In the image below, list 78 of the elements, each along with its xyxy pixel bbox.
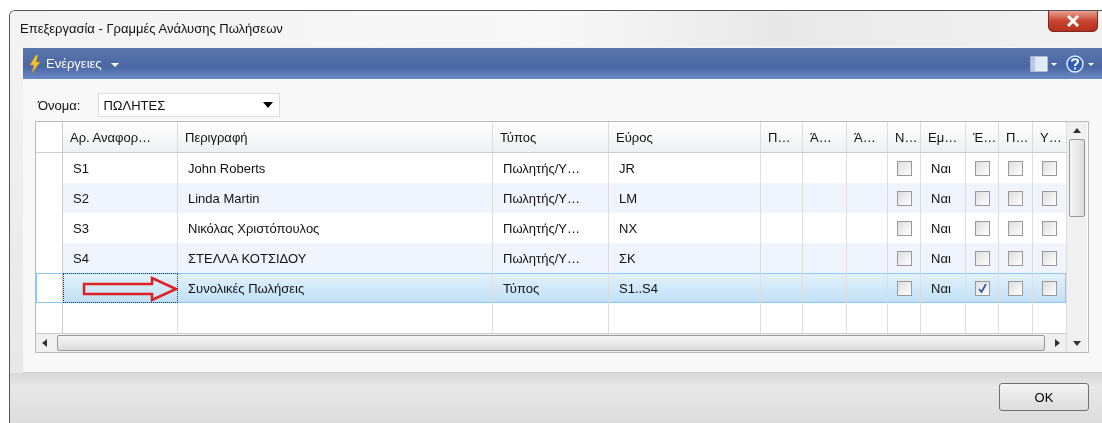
name-label: Όνομα:: [38, 97, 81, 113]
column-header[interactable]: Ν…: [888, 122, 921, 152]
column-header[interactable]: Π…: [999, 122, 1033, 152]
checkbox[interactable]: [974, 250, 990, 266]
table-cell: Συνολικές Πωλήσεις: [188, 280, 305, 296]
table-row[interactable]: S2 Linda Martin Πωλητής/Υ… LM Ναι: [36, 183, 1066, 213]
caret-icon: [263, 102, 274, 108]
table-cell: NX: [619, 220, 638, 236]
right-arrow-icon: [1055, 339, 1060, 347]
column-header[interactable]: Εμ…: [921, 122, 966, 152]
table-cell: Ναι: [931, 160, 951, 176]
caret-icon: [111, 62, 120, 67]
table-row[interactable]: S4 ΣΤΕΛΛΑ ΚΟΤΣΙΔΟΥ Πωλητής/Υ… ΣΚ Ναι: [36, 243, 1066, 273]
checkbox[interactable]: [1008, 280, 1023, 296]
checkbox[interactable]: [1042, 160, 1057, 176]
column-header[interactable]: Εύρος: [609, 122, 761, 152]
checkbox[interactable]: [896, 190, 912, 206]
table-cell: John Roberts: [188, 160, 266, 176]
table-cell: Πωλητής/Υ…: [503, 250, 580, 266]
checkbox[interactable]: [896, 250, 912, 266]
checkbox[interactable]: [974, 190, 990, 206]
checkbox[interactable]: [1008, 160, 1023, 176]
table-cell: Πωλητής/Υ…: [503, 160, 580, 176]
checkbox[interactable]: [974, 220, 990, 236]
row-header[interactable]: [36, 273, 63, 303]
left-arrow-icon: [42, 339, 47, 347]
table-cell: Linda Martin: [188, 190, 260, 206]
table-cell: Ναι: [931, 250, 951, 266]
table-row[interactable]: Συνολικές Πωλήσεις Τύπος S1..S4 Ναι: [36, 273, 1066, 303]
table-cell: Ναι: [931, 190, 951, 206]
ok-button[interactable]: OK: [999, 383, 1089, 411]
table-cell: Τύπος: [503, 280, 540, 296]
table-cell: Νικόλας Χριστόπουλος: [188, 220, 320, 236]
up-arrow-icon: [1073, 128, 1081, 133]
checkbox[interactable]: [974, 160, 990, 176]
help-menu-button[interactable]: [1066, 54, 1096, 73]
checkbox[interactable]: [1008, 250, 1023, 266]
checkbox[interactable]: [974, 280, 990, 296]
table-cell: S4: [73, 250, 89, 266]
table-cell: S3: [73, 220, 89, 236]
checkbox[interactable]: [1008, 220, 1023, 236]
vertical-scrollbar[interactable]: [1066, 122, 1087, 352]
table-cell: Πωλητής/Υ…: [503, 190, 580, 206]
close-icon: [1066, 15, 1080, 27]
close-button[interactable]: [1048, 11, 1098, 32]
row-header[interactable]: [36, 243, 63, 273]
table-cell: LM: [619, 190, 638, 206]
column-header[interactable]: Αρ. Αναφορ…: [63, 122, 178, 152]
checkbox[interactable]: [1042, 250, 1057, 266]
table-cell: S2: [73, 190, 89, 206]
column-header[interactable]: Τύπος: [493, 122, 609, 152]
actions-menu[interactable]: Ενέργειες: [46, 56, 120, 71]
column-header[interactable]: Περιγραφή: [178, 122, 493, 152]
table-cell: Ναι: [931, 280, 951, 296]
arrow-icon: [82, 276, 178, 302]
column-header[interactable]: Π…: [761, 122, 803, 152]
column-header[interactable]: Έ…: [966, 122, 999, 152]
column-header[interactable]: Ά…: [803, 122, 847, 152]
column-header[interactable]: Ά…: [847, 122, 888, 152]
checkbox[interactable]: [896, 220, 912, 236]
table-cell: S1: [73, 160, 89, 176]
name-dropdown[interactable]: ΠΩΛΗΤΕΣ: [98, 93, 281, 117]
table-cell: Πωλητής/Υ…: [503, 220, 580, 236]
checkbox[interactable]: [1042, 220, 1057, 236]
layout-menu-button[interactable]: [1030, 55, 1058, 72]
table-cell: S1..S4: [619, 280, 659, 296]
checkbox[interactable]: [1042, 280, 1057, 296]
table-cell: Ναι: [931, 220, 951, 236]
down-arrow-icon: [1073, 341, 1081, 346]
checkbox[interactable]: [896, 280, 912, 296]
table-cell: ΣΚ: [619, 250, 636, 266]
checkbox[interactable]: [896, 160, 912, 176]
table-cell: JR: [619, 160, 635, 176]
window-title: Επεξεργασία - Γραμμές Ανάλυσης Πωλήσεων: [20, 21, 283, 36]
checkbox[interactable]: [1042, 190, 1057, 206]
table-cell: ΣΤΕΛΛΑ ΚΟΤΣΙΔΟΥ: [188, 250, 307, 266]
lightning-icon: [29, 54, 41, 73]
checkbox[interactable]: [1008, 190, 1023, 206]
